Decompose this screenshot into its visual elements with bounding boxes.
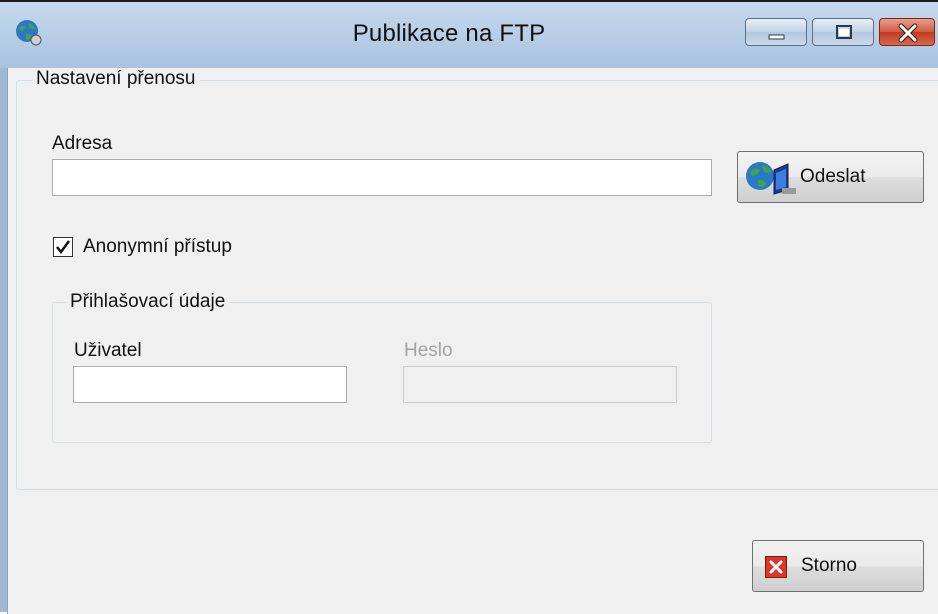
address-input[interactable] — [52, 159, 712, 196]
globe-computer-icon — [744, 160, 798, 202]
title-bar[interactable]: Publikace na FTP — [0, 2, 938, 68]
maximize-icon — [836, 25, 852, 39]
password-input[interactable] — [403, 366, 677, 403]
anonymous-access-checkbox[interactable] — [53, 237, 73, 257]
red-x-icon — [765, 556, 787, 584]
minimize-icon — [768, 34, 785, 40]
close-button[interactable] — [879, 18, 935, 46]
checkmark-icon — [56, 240, 71, 255]
address-label: Adresa — [52, 133, 113, 154]
password-label: Heslo — [404, 340, 453, 361]
login-credentials-legend: Přihlašovací údaje — [66, 291, 230, 313]
minimize-button[interactable] — [745, 18, 807, 46]
user-input[interactable] — [73, 366, 347, 403]
ftp-publish-window: Publikace na FTP Nastavení přenosu Adres… — [0, 0, 938, 614]
cancel-button-label: Storno — [801, 555, 857, 576]
close-icon — [898, 23, 918, 43]
cancel-button[interactable]: Storno — [752, 540, 924, 592]
dialog-content: Nastavení přenosu Adresa Odeslat Anonymn… — [7, 68, 938, 614]
send-button-label: Odeslat — [800, 166, 866, 187]
anonymous-access-label[interactable]: Anonymní přístup — [83, 236, 232, 258]
transfer-settings-legend: Nastavení přenosu — [32, 68, 200, 90]
maximize-button[interactable] — [812, 18, 874, 46]
send-button[interactable]: Odeslat — [737, 151, 924, 203]
user-label: Uživatel — [74, 340, 142, 361]
